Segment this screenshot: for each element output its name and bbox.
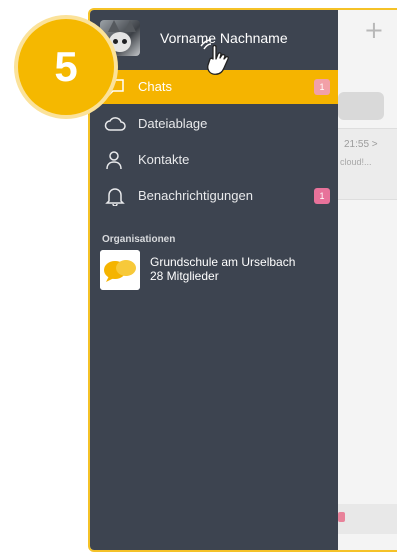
bottom-badge [338,512,345,522]
menu-item-label: Dateiablage [138,116,208,131]
cloud-icon [104,117,126,131]
contact-icon [106,151,122,170]
unread-badge: 1 [314,79,330,95]
organizations-title: Organisationen [102,234,176,245]
side-drawer: Vorname Nachname Chats 1 Dateiablage Kon… [90,10,338,550]
notification-badge: 1 [314,188,330,204]
step-number-badge: 5 [18,19,114,115]
menu-item-kontakte[interactable]: Kontakte [90,143,338,177]
phone-frame: + 21:55 > cloud!... Vorname Nachname Cha… [88,8,397,552]
organization-name: Grundschule am Urselbach [150,255,296,269]
menu-item-benachrichtigungen[interactable]: Benachrichtigungen 1 [90,179,338,213]
step-number: 5 [54,43,78,90]
add-chat-button[interactable]: + [364,16,384,44]
menu-item-label: Benachrichtigungen [138,188,253,203]
avatar-eye-right [122,39,127,44]
menu-item-dateiablage[interactable]: Dateiablage [90,107,338,141]
menu-item-label: Chats [138,79,172,94]
bottom-bar [338,504,397,534]
organization-item[interactable]: Grundschule am Urselbach 28 Mitglieder [100,250,332,290]
tap-hand-icon [200,39,229,75]
background-chat-list: + 21:55 > cloud!... [338,10,397,550]
chat-row[interactable]: 21:55 > cloud!... [338,128,397,200]
chat-preview: cloud!... [340,157,372,167]
search-bar[interactable] [338,92,384,120]
organization-members: 28 Mitglieder [150,269,219,283]
menu-item-label: Kontakte [138,152,190,167]
organization-logo-icon [100,250,140,290]
chat-time: 21:55 > [344,139,378,150]
avatar-ear-right [124,20,136,32]
bell-icon [105,188,125,206]
